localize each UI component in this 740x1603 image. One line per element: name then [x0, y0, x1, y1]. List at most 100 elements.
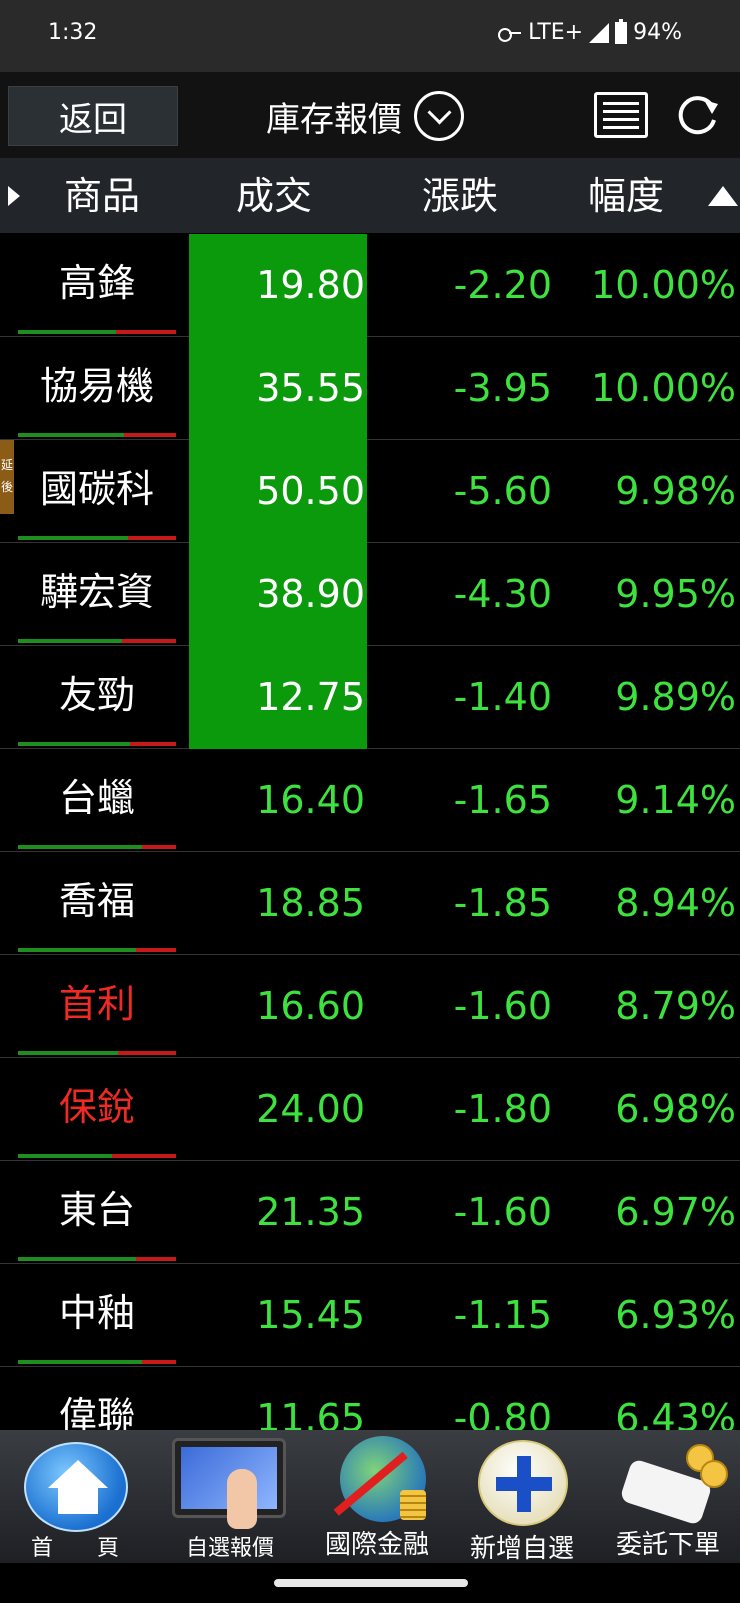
title-bar: 返回 庫存報價: [0, 72, 740, 158]
gesture-bar[interactable]: [274, 1579, 468, 1587]
last-price: 18.85: [256, 881, 365, 925]
quote-list: 高鋒 19.80 -2.20 10.00% 協易機 35.55 -3.95 10…: [0, 234, 740, 1430]
list-icon[interactable]: [594, 92, 648, 138]
change-percent: 6.93%: [615, 1293, 736, 1337]
bid-ask-bar: [18, 1154, 176, 1158]
column-header: 商品 成交 漲跌 幅度: [0, 158, 740, 234]
last-price: 19.80: [189, 234, 367, 337]
last-price: 16.40: [256, 778, 365, 822]
page-title-selector[interactable]: 庫存報價: [266, 86, 464, 146]
table-row[interactable]: 高鋒 19.80 -2.20 10.00%: [0, 234, 740, 337]
sort-ascending-icon[interactable]: [708, 186, 738, 206]
last-price: 38.90: [189, 543, 367, 646]
table-row[interactable]: 中釉 15.45 -1.15 6.93%: [0, 1264, 740, 1367]
column-change[interactable]: 漲跌: [422, 158, 498, 234]
change-percent: 9.89%: [615, 675, 736, 719]
table-row[interactable]: 東台 21.35 -1.60 6.97%: [0, 1161, 740, 1264]
price-change: -5.60: [453, 469, 552, 513]
stock-name: 喬福: [58, 879, 135, 923]
bid-ask-bar: [18, 1051, 176, 1055]
price-change: -1.40: [453, 675, 552, 719]
change-percent: 8.79%: [615, 984, 736, 1028]
status-time: 1:32: [48, 20, 98, 45]
last-price: 12.75: [189, 646, 367, 749]
last-price: 15.45: [256, 1293, 365, 1337]
stock-name: 保銳: [58, 1085, 135, 1129]
nav-watchlist-label: 自選報價: [185, 1536, 274, 1561]
stock-name: 中釉: [58, 1291, 135, 1335]
bid-ask-bar: [18, 948, 176, 952]
table-row[interactable]: 國碳科 50.50 -5.60 9.98%: [0, 440, 740, 543]
column-price[interactable]: 成交: [236, 158, 312, 234]
last-price: 11.65: [256, 1396, 365, 1430]
change-percent: 10.00%: [591, 263, 736, 307]
last-price: 35.55: [189, 337, 367, 440]
bid-ask-bar: [18, 330, 176, 334]
table-row[interactable]: 喬福 18.85 -1.85 8.94%: [0, 852, 740, 955]
bid-ask-bar: [18, 1360, 176, 1364]
expand-arrow-icon[interactable]: [8, 186, 20, 206]
table-row[interactable]: 驊宏資 38.90 -4.30 9.95%: [0, 543, 740, 646]
bottom-nav: 首 頁 自選報價 國際金融 新增自選 委託下單: [0, 1430, 740, 1564]
stock-name: 國碳科: [39, 467, 154, 511]
vpn-key-icon: [498, 26, 522, 42]
table-row[interactable]: 協易機 35.55 -3.95 10.00%: [0, 337, 740, 440]
price-change: -3.95: [453, 366, 552, 410]
price-change: -1.60: [453, 1190, 552, 1234]
column-percent[interactable]: 幅度: [588, 158, 664, 234]
table-row[interactable]: 偉聯 11.65 -0.80 6.43%: [0, 1367, 740, 1430]
table-row[interactable]: 友勁 12.75 -1.40 9.89%: [0, 646, 740, 749]
price-change: -1.15: [453, 1293, 552, 1337]
status-bar: 1:32 LTE+ 94%: [0, 0, 740, 72]
column-name[interactable]: 商品: [64, 158, 140, 234]
nav-watchlist[interactable]: 自選報價: [165, 1430, 295, 1563]
bid-ask-bar: [18, 845, 176, 849]
nav-add-watch[interactable]: 新增自選: [452, 1430, 592, 1564]
stock-name: 驊宏資: [39, 570, 154, 614]
signal-icon: [589, 22, 610, 43]
nav-order-label: 委託下單: [615, 1530, 720, 1560]
bid-ask-bar: [18, 1257, 176, 1261]
price-change: -1.80: [453, 1087, 552, 1131]
bid-ask-bar: [18, 639, 176, 643]
table-row[interactable]: 台蠟 16.40 -1.65 9.14%: [0, 749, 740, 852]
price-change: -4.30: [453, 572, 552, 616]
change-percent: 6.43%: [615, 1396, 736, 1430]
battery-percent: 94%: [633, 20, 682, 45]
stock-name: 高鋒: [58, 261, 135, 305]
bid-ask-bar: [18, 536, 176, 540]
status-indicators: LTE+ 94%: [498, 18, 682, 45]
change-percent: 6.97%: [615, 1190, 736, 1234]
table-row[interactable]: 保銳 24.00 -1.80 6.98%: [0, 1058, 740, 1161]
home-icon: [24, 1442, 128, 1532]
bid-ask-bar: [18, 433, 176, 437]
chevron-down-icon[interactable]: [414, 91, 464, 141]
stock-name: 友勁: [58, 673, 135, 717]
change-percent: 9.14%: [615, 778, 736, 822]
nav-add-watch-label: 新增自選: [469, 1534, 574, 1564]
nav-order[interactable]: 委託下單: [600, 1430, 736, 1563]
change-percent: 6.98%: [615, 1087, 736, 1131]
delay-tag: 延後: [0, 440, 14, 514]
stock-name: 東台: [58, 1188, 135, 1232]
price-change: -1.85: [453, 881, 552, 925]
table-row[interactable]: 首利 16.60 -1.60 8.79%: [0, 955, 740, 1058]
last-price: 21.35: [256, 1190, 365, 1234]
refresh-icon[interactable]: [674, 94, 720, 136]
nav-international[interactable]: 國際金融: [312, 1430, 442, 1563]
battery-icon: [615, 18, 628, 44]
back-button[interactable]: 返回: [8, 86, 178, 146]
change-percent: 9.95%: [615, 572, 736, 616]
page-title: 庫存報價: [266, 99, 402, 140]
stock-name: 協易機: [39, 364, 154, 408]
price-change: -1.65: [453, 778, 552, 822]
network-type: LTE+: [528, 20, 584, 45]
nav-home[interactable]: 首 頁: [0, 1430, 150, 1563]
stock-name: 首利: [58, 982, 135, 1026]
nav-international-label: 國際金融: [324, 1530, 429, 1560]
last-price: 24.00: [256, 1087, 365, 1131]
last-price: 16.60: [256, 984, 365, 1028]
nav-home-label: 首 頁: [30, 1536, 119, 1561]
last-price: 50.50: [189, 440, 367, 543]
stock-name: 偉聯: [58, 1394, 135, 1430]
